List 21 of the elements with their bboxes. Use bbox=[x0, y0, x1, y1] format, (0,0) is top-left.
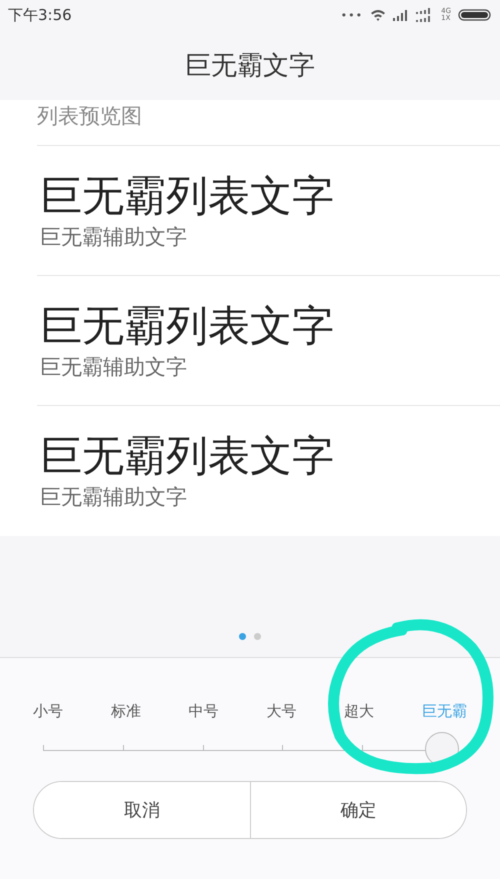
size-option[interactable]: 超大 bbox=[344, 702, 374, 721]
more-dots: ••• bbox=[340, 8, 364, 22]
page-indicator-dot[interactable] bbox=[254, 633, 261, 640]
size-option[interactable]: 大号 bbox=[266, 702, 296, 721]
list-item-subtitle: 巨无霸辅助文字 bbox=[40, 484, 188, 510]
list-item-subtitle: 巨无霸辅助文字 bbox=[40, 224, 188, 250]
page-title: 巨无霸文字 bbox=[185, 50, 315, 82]
page-indicator-dot[interactable] bbox=[239, 633, 246, 640]
size-option[interactable]: 中号 bbox=[188, 702, 219, 721]
section-header: 列表预览图 bbox=[37, 100, 500, 146]
confirm-button[interactable]: 确定 bbox=[250, 782, 466, 838]
list-item-title: 巨无霸列表文字 bbox=[40, 430, 335, 482]
battery-icon bbox=[458, 9, 492, 21]
wifi-icon bbox=[370, 9, 386, 21]
list-item-title: 巨无霸列表文字 bbox=[40, 170, 335, 222]
size-option[interactable]: 标准 bbox=[110, 702, 141, 721]
list-item-title: 巨无霸列表文字 bbox=[40, 300, 335, 352]
status-time: 下午3:56 bbox=[8, 6, 72, 24]
signal-icon bbox=[393, 10, 410, 20]
list-item-subtitle: 巨无霸辅助文字 bbox=[40, 354, 188, 380]
size-option[interactable]: 小号 bbox=[33, 702, 63, 721]
